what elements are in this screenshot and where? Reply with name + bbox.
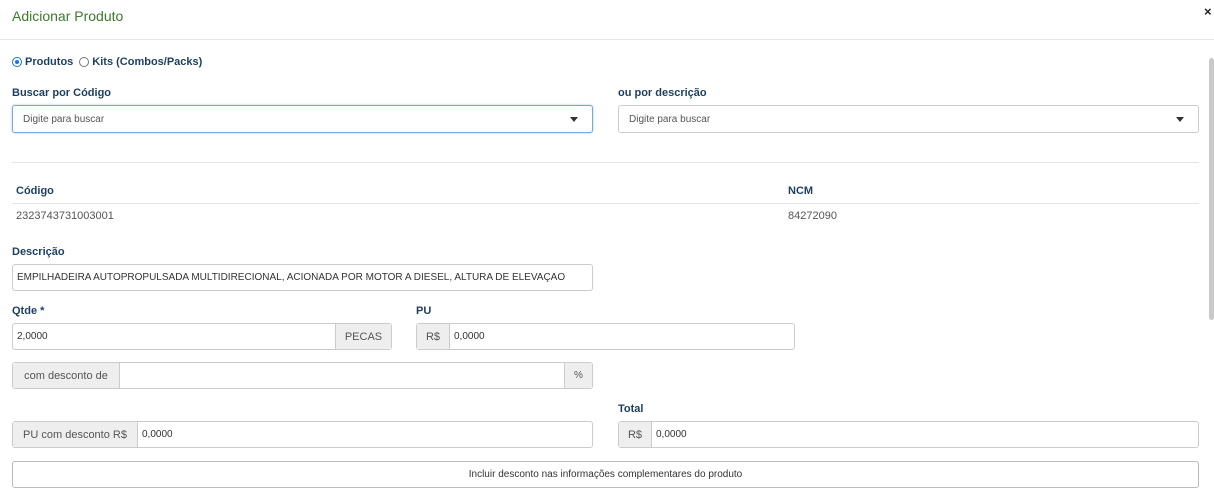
- search-by-code-label: Buscar por Código: [12, 87, 112, 99]
- quantity-field[interactable]: 2,0000 PECAS: [12, 323, 392, 350]
- radio-produtos[interactable]: [12, 57, 22, 67]
- discount-prefix: com desconto de: [13, 363, 120, 388]
- search-by-description-select[interactable]: Digite para buscar: [618, 105, 1199, 133]
- search-by-description-label: ou por descrição: [618, 87, 707, 99]
- discounted-price-field[interactable]: PU com desconto R$ 0,0000: [12, 421, 593, 448]
- discount-field[interactable]: com desconto de %: [12, 362, 593, 389]
- include-discount-button[interactable]: Incluir desconto nas informações complem…: [12, 461, 1199, 488]
- discounted-price-prefix: PU com desconto R$: [13, 422, 138, 447]
- modal-title: Adicionar Produto: [12, 8, 124, 24]
- total-value: 0,0000: [656, 429, 687, 440]
- table-header-divider: [12, 203, 1199, 204]
- type-selector: Produtos Kits (Combos/Packs): [12, 55, 208, 69]
- divider: [12, 162, 1199, 163]
- code-header: Código: [16, 185, 54, 197]
- radio-kits[interactable]: [79, 57, 90, 67]
- description-value: EMPILHADEIRA AUTOPROPULSADA MULTIDIRECIO…: [17, 272, 566, 283]
- discount-suffix: %: [564, 363, 592, 388]
- ncm-value: 84272090: [788, 210, 837, 222]
- radio-kits-label[interactable]: Kits (Combos/Packs): [92, 56, 202, 68]
- caret-down-icon: [1176, 117, 1184, 122]
- total-field[interactable]: R$ 0,0000: [618, 421, 1199, 448]
- description-field[interactable]: EMPILHADEIRA AUTOPROPULSADA MULTIDIRECIO…: [12, 264, 593, 291]
- scrollbar[interactable]: [1209, 58, 1214, 320]
- quantity-value: 2,0000: [17, 331, 48, 342]
- discounted-price-value: 0,0000: [142, 429, 173, 440]
- unit-price-value: 0,0000: [454, 331, 485, 342]
- quantity-label: Qtde *: [12, 305, 45, 317]
- modal-header: Adicionar Produto ×: [0, 0, 1214, 40]
- total-currency: R$: [619, 422, 652, 447]
- total-label: Total: [618, 403, 644, 415]
- ncm-header: NCM: [788, 185, 814, 197]
- caret-down-icon: [570, 117, 578, 122]
- search-by-code-select[interactable]: Digite para buscar: [12, 105, 593, 133]
- search-by-description-placeholder: Digite para buscar: [629, 114, 711, 125]
- unit-price-label: PU: [416, 305, 432, 317]
- search-by-code-placeholder: Digite para buscar: [23, 114, 105, 125]
- radio-produtos-label[interactable]: Produtos: [25, 56, 73, 68]
- close-icon[interactable]: ×: [1204, 4, 1212, 19]
- unit-price-currency: R$: [417, 324, 450, 349]
- description-label: Descrição: [12, 246, 65, 258]
- unit-price-field[interactable]: R$ 0,0000: [416, 323, 795, 350]
- code-value: 2323743731003001: [16, 210, 114, 222]
- quantity-unit: PECAS: [335, 324, 391, 349]
